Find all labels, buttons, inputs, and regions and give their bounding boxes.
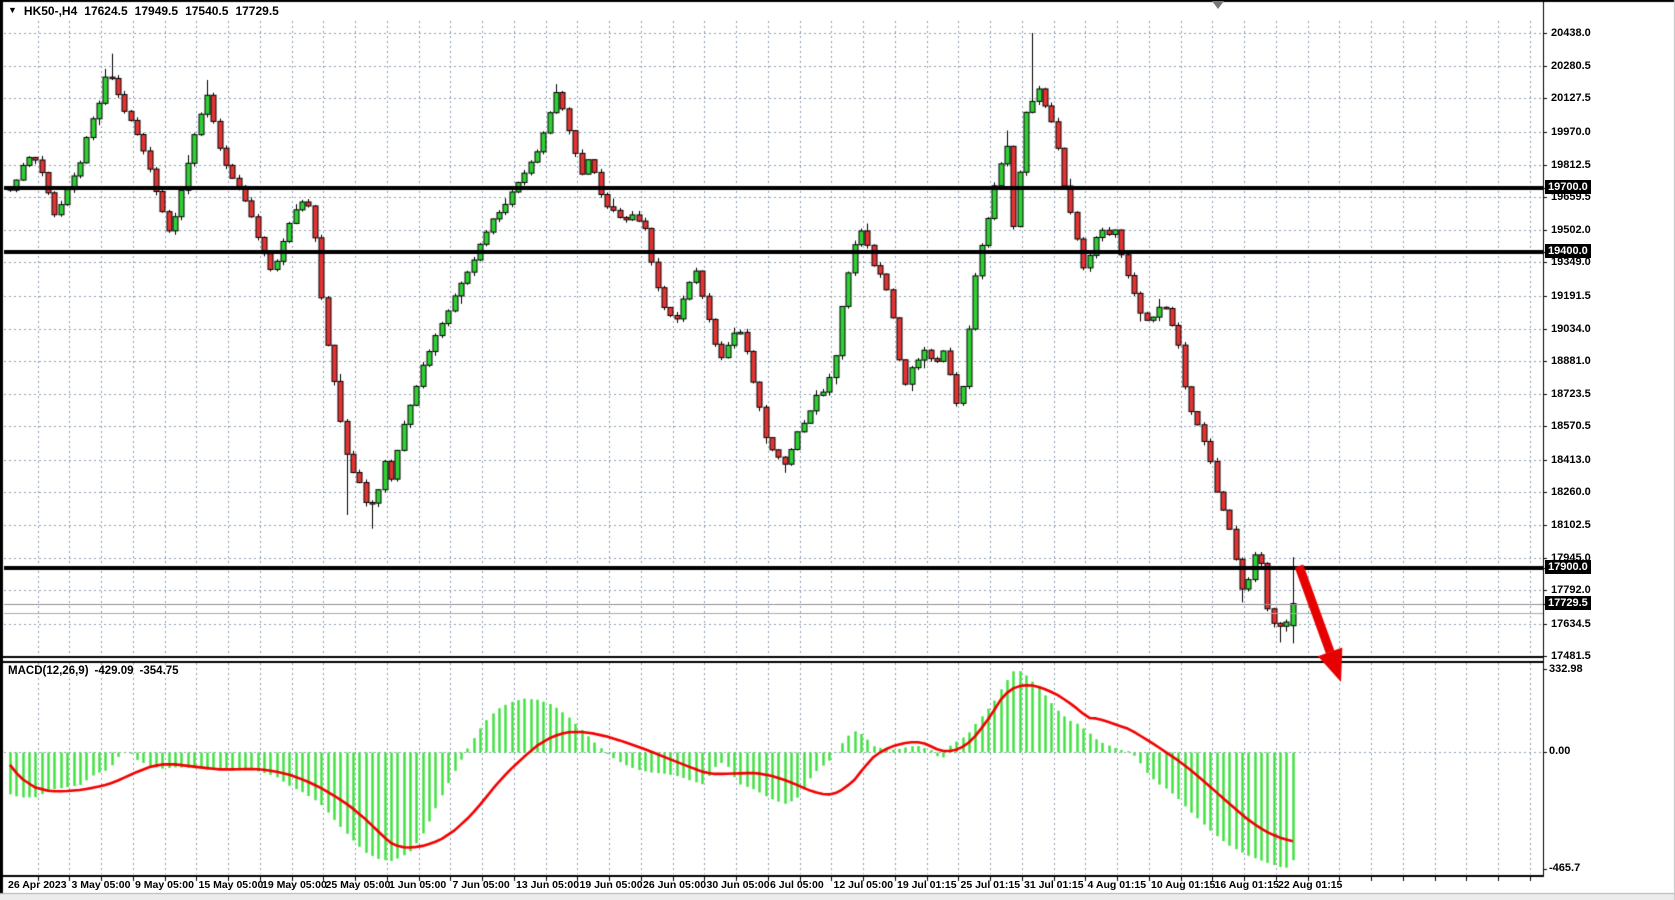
chart-header: ▼ HK50-,H4 17624.5 17949.5 17540.5 17729…	[8, 4, 279, 18]
mt4-chart-window: ▼ HK50-,H4 17624.5 17949.5 17540.5 17729…	[0, 0, 1675, 900]
ohlc-low: 17540.5	[185, 4, 228, 18]
ohlc-high: 17949.5	[135, 4, 178, 18]
ohlc-open: 17624.5	[84, 4, 127, 18]
ohlc-close: 17729.5	[235, 4, 278, 18]
symbol-period-label: HK50-,H4	[24, 4, 77, 18]
symbol-dropdown-icon[interactable]: ▼	[8, 5, 17, 15]
price-chart-canvas[interactable]	[0, 0, 1675, 900]
